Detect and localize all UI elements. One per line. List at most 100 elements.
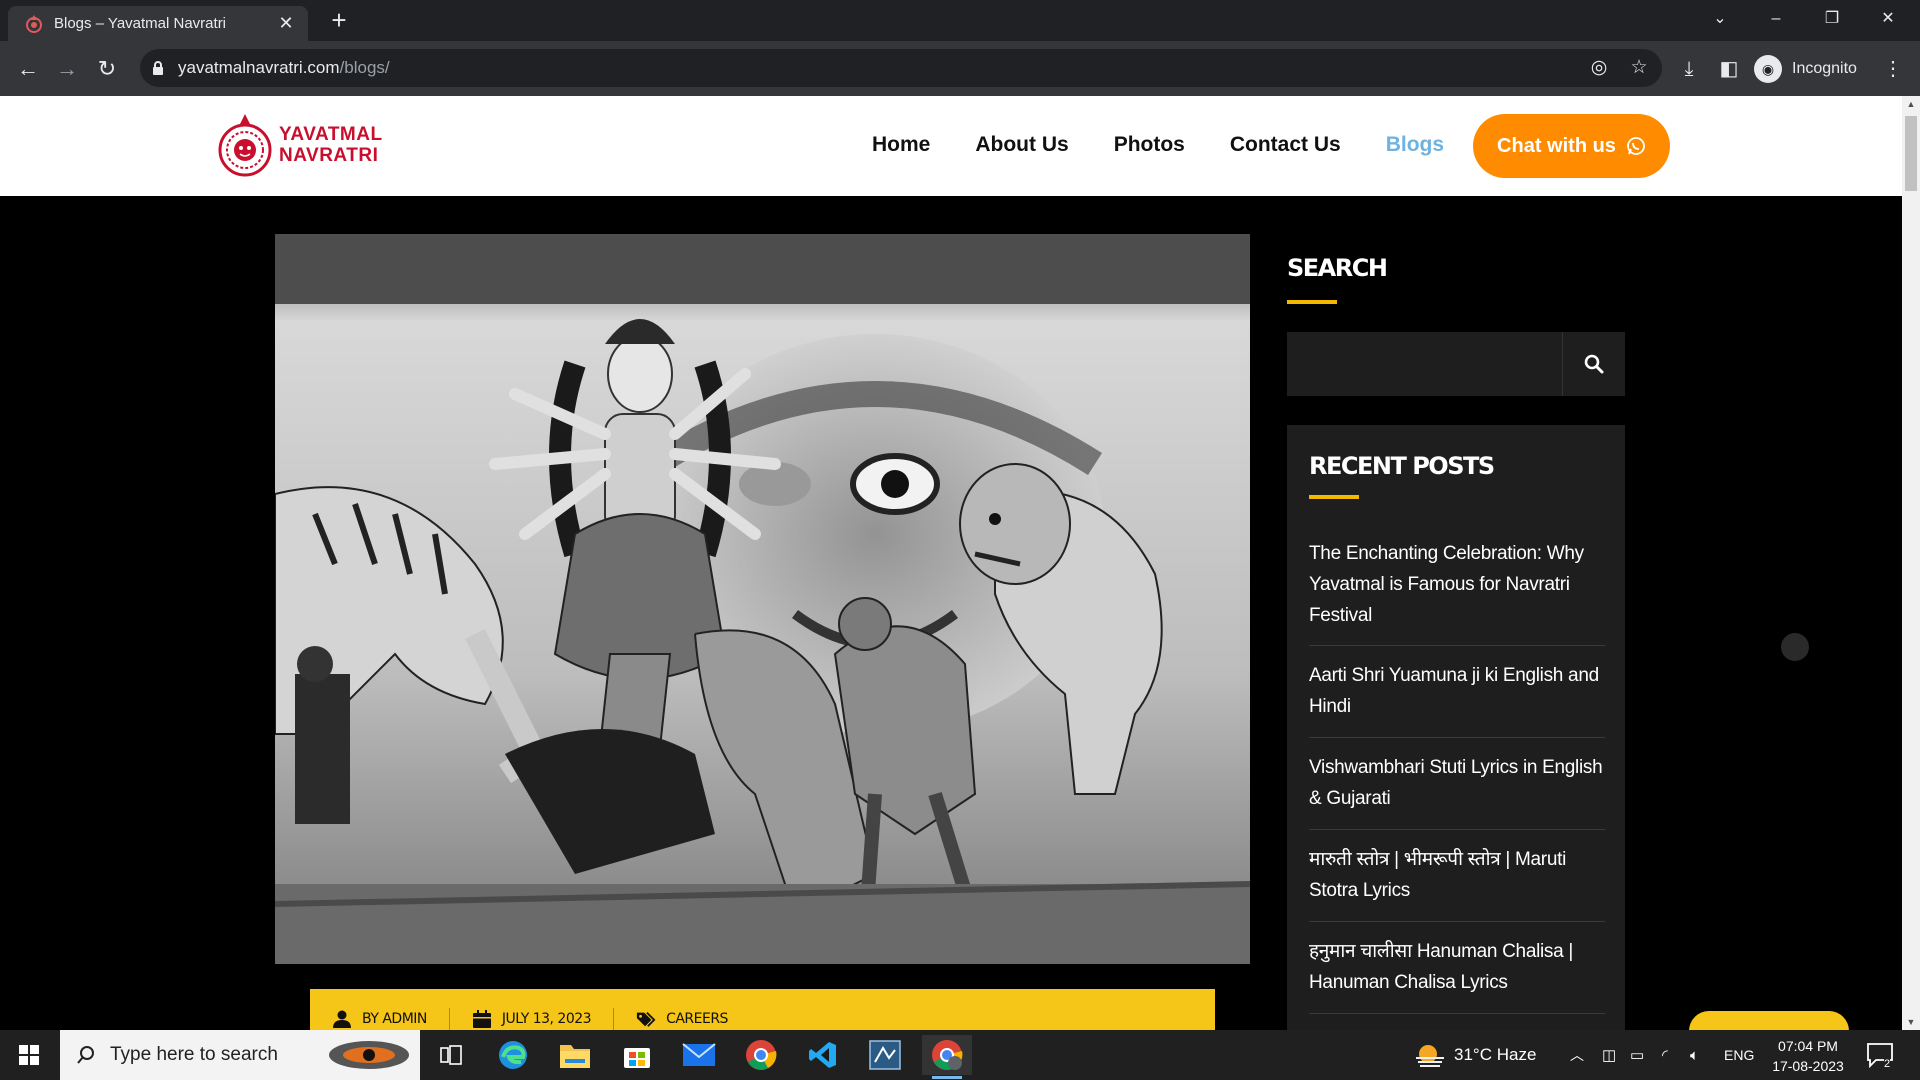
user-icon: [333, 1010, 351, 1028]
tags-icon: [636, 1011, 656, 1027]
minimize-button[interactable]: –: [1748, 0, 1804, 41]
post-category[interactable]: CAREERS: [636, 1010, 728, 1028]
search-submit-button[interactable]: [1562, 332, 1625, 396]
forward-button[interactable]: →: [51, 53, 83, 85]
nav-home[interactable]: Home: [872, 133, 930, 157]
meet-now-icon[interactable]: ◫: [1602, 1030, 1616, 1080]
input-language[interactable]: ENG: [1724, 1030, 1754, 1080]
restore-button[interactable]: ❐: [1804, 0, 1860, 41]
main-nav: Home About Us Photos Contact Us Blogs: [872, 133, 1489, 157]
reload-button[interactable]: ↻: [91, 53, 123, 85]
new-tab-button[interactable]: +: [325, 6, 353, 34]
recent-post-link[interactable]: Aarti Shri Yuamuna ji ki English and Hin…: [1309, 660, 1605, 722]
post-author[interactable]: BY ADMIN: [332, 1010, 427, 1028]
incognito-profile[interactable]: ◉ Incognito: [1754, 53, 1857, 85]
haze-weather-icon: [1416, 1045, 1444, 1067]
mail-icon[interactable]: [674, 1035, 724, 1075]
search-widget-title: SEARCH: [1287, 254, 1388, 282]
scroll-up-arrow-icon[interactable]: ▲: [1902, 96, 1920, 112]
chrome-incognito-icon[interactable]: [922, 1035, 972, 1079]
side-panel-icon[interactable]: ◧: [1713, 53, 1745, 85]
post-divider: [1309, 921, 1605, 922]
scroll-down-arrow-icon[interactable]: ▼: [1902, 1014, 1920, 1030]
nav-contact-us[interactable]: Contact Us: [1230, 133, 1341, 157]
site-favicon-icon: [26, 14, 42, 33]
meta-divider: [613, 1008, 615, 1030]
search-highlight-icon: [329, 1041, 409, 1069]
microsoft-store-icon[interactable]: [612, 1035, 662, 1075]
url-host: yavatmalnavratri.com: [178, 58, 340, 77]
post-divider: [1309, 737, 1605, 738]
post-category-label: CAREERS: [666, 1011, 728, 1027]
nav-about-us[interactable]: About Us: [975, 133, 1068, 157]
nav-blogs[interactable]: Blogs: [1386, 133, 1444, 157]
start-button[interactable]: [0, 1030, 58, 1080]
bookmark-star-icon[interactable]: ☆: [1626, 56, 1652, 80]
tab-search-chevron-icon[interactable]: ⌄: [1692, 0, 1748, 41]
browser-toolbar: ← → ↻ yavatmalnavratri.com/blogs/ ◎ ☆ ⤓ …: [0, 41, 1920, 96]
file-explorer-icon[interactable]: [550, 1035, 600, 1075]
clock-time: 07:04 PM: [1778, 1038, 1838, 1054]
web-page: YAVATMAL NAVRATRI Home About Us Photos C…: [0, 96, 1902, 1030]
clock-date: 17-08-2023: [1772, 1058, 1844, 1074]
battery-icon[interactable]: ▭: [1630, 1030, 1644, 1080]
volume-muted-icon[interactable]: 🔈︎: [1690, 1030, 1699, 1080]
wifi-icon[interactable]: ◜: [1662, 1030, 1668, 1080]
incognito-label: Incognito: [1792, 60, 1857, 77]
eye-off-icon[interactable]: ◎: [1586, 56, 1612, 80]
recent-post-link[interactable]: Vishwambhari Stuti Lyrics in English & G…: [1309, 752, 1605, 814]
logo-line-1: YAVATMAL: [279, 124, 383, 145]
notifications-icon: [1867, 1043, 1893, 1068]
tray-overflow-chevron-icon[interactable]: ︿: [1570, 1030, 1584, 1080]
taskbar-search-placeholder: Type here to search: [110, 1044, 278, 1065]
meta-divider: [448, 1008, 450, 1030]
floating-chat-tab[interactable]: [1689, 1011, 1849, 1030]
site-header: YAVATMAL NAVRATRI Home About Us Photos C…: [0, 96, 1902, 196]
address-bar[interactable]: yavatmalnavratri.com/blogs/ ◎ ☆: [140, 49, 1662, 87]
browser-tab[interactable]: Blogs – Yavatmal Navratri ✕: [8, 6, 308, 41]
post-date-label: JULY 13, 2023: [501, 1011, 592, 1027]
durga-logo-icon: [218, 114, 272, 177]
scrollbar-thumb[interactable]: [1905, 116, 1917, 191]
lock-icon: [153, 61, 163, 75]
search-icon: [77, 1046, 94, 1064]
search-title-underline: [1287, 300, 1337, 304]
recent-post-link[interactable]: The Enchanting Celebration: Why Yavatmal…: [1309, 538, 1605, 631]
browser-tabstrip: Blogs – Yavatmal Navratri ✕ + ⌄ – ❐ ✕: [0, 0, 1920, 41]
site-logo[interactable]: YAVATMAL NAVRATRI: [217, 112, 383, 178]
weather-widget[interactable]: 31°C Haze: [1414, 1030, 1536, 1080]
scroll-to-top-dot[interactable]: [1781, 633, 1809, 661]
task-view-icon[interactable]: [426, 1035, 476, 1075]
taskbar-search[interactable]: Type here to search: [60, 1030, 420, 1080]
notification-center[interactable]: 2: [1866, 1030, 1896, 1080]
back-button[interactable]: ←: [12, 53, 44, 85]
search-input[interactable]: [1287, 332, 1561, 396]
search-icon: [1584, 354, 1604, 374]
tab-title: Blogs – Yavatmal Navratri: [54, 15, 227, 32]
download-icon[interactable]: ⤓: [1673, 53, 1705, 85]
post-divider: [1309, 645, 1605, 646]
post-date[interactable]: JULY 13, 2023: [472, 1010, 592, 1028]
chrome-icon[interactable]: [736, 1035, 786, 1075]
browser-menu-icon[interactable]: ⋮: [1877, 53, 1909, 85]
featured-post-image[interactable]: [275, 234, 1250, 964]
system-clock[interactable]: 07:04 PM 17-08-2023: [1768, 1036, 1848, 1076]
page-scrollbar[interactable]: ▲ ▼: [1902, 96, 1920, 1030]
app-window-icon[interactable]: [860, 1035, 910, 1075]
edge-icon[interactable]: [488, 1035, 538, 1075]
close-window-button[interactable]: ✕: [1860, 0, 1916, 41]
chat-with-us-button[interactable]: Chat with us: [1473, 114, 1670, 178]
recent-posts-widget: RECENT POSTS The Enchanting Celebration:…: [1287, 425, 1625, 1030]
recent-post-link[interactable]: हनुमान चालीसा Hanuman Chalisa | Hanuman …: [1309, 936, 1605, 998]
address-url: yavatmalnavratri.com/blogs/: [178, 58, 390, 78]
incognito-icon: ◉: [1754, 55, 1782, 83]
recent-post-link[interactable]: मारुती स्तोत्र | भीमरूपी स्तोत्र | Marut…: [1309, 844, 1605, 906]
logo-line-2: NAVRATRI: [279, 145, 379, 166]
post-meta-bar: BY ADMIN JULY 13, 2023 CAREERS: [310, 989, 1215, 1030]
weather-label: 31°C Haze: [1454, 1045, 1537, 1064]
vscode-icon[interactable]: [798, 1035, 848, 1075]
tab-close-icon[interactable]: ✕: [276, 13, 296, 34]
windows-logo-icon: [19, 1045, 39, 1065]
nav-photos[interactable]: Photos: [1114, 133, 1185, 157]
url-path: /blogs/: [339, 58, 390, 77]
